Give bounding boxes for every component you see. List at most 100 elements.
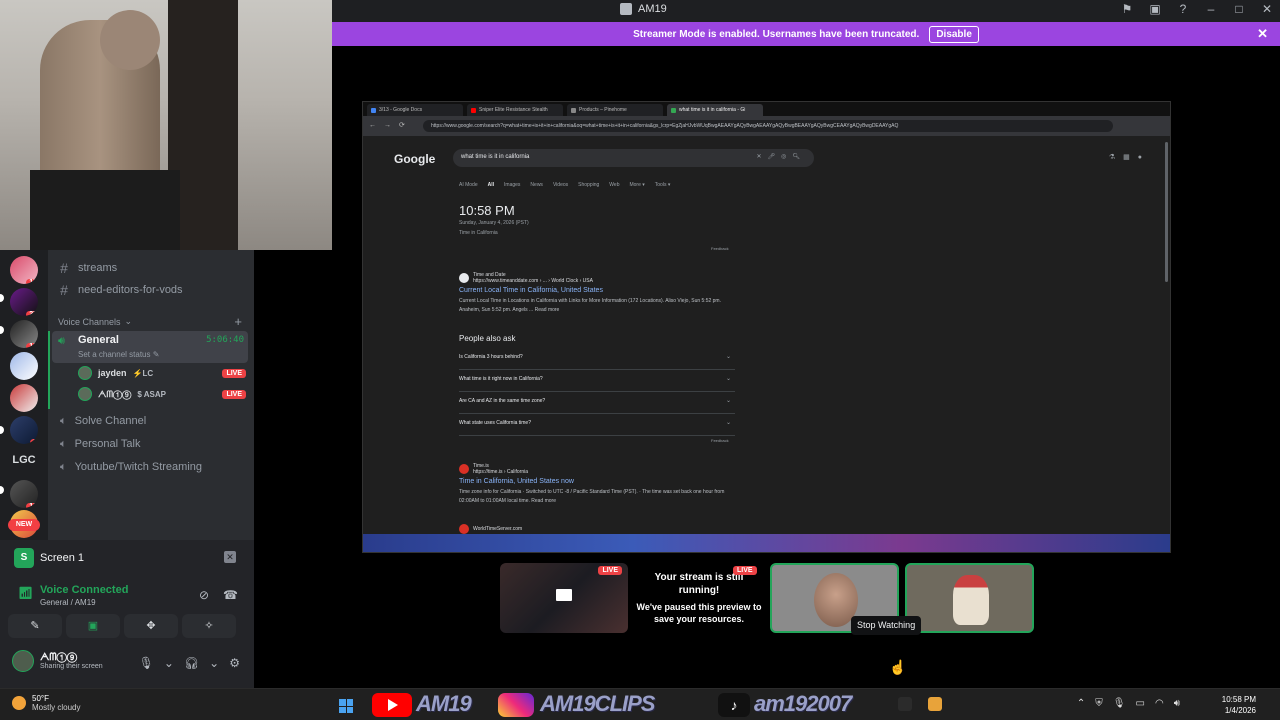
paa-item: What time is it right now in California?…	[459, 370, 735, 392]
channel-streams[interactable]: # streams	[58, 258, 117, 278]
stop-watching-tooltip[interactable]: Stop Watching	[851, 616, 922, 635]
server-badge: 15	[26, 279, 38, 284]
screen-icon[interactable]: ▣	[1148, 2, 1162, 16]
browser-tabs: 3/13 - Google Docs Sniper Elite Resistan…	[363, 102, 1170, 116]
server-icon[interactable]: 18	[10, 320, 38, 348]
chevron-down-icon: ⌄	[725, 354, 731, 360]
speaker-icon: 🔈︎	[60, 414, 67, 427]
channel-youtube-twitch[interactable]: 🔈︎ Youtube/Twitch Streaming	[60, 458, 202, 476]
maximize-button[interactable]: □	[1232, 2, 1246, 16]
result-source: WorldTimeServer.com	[473, 526, 523, 532]
tab-label: Sniper Elite Resistance Stealth	[479, 107, 548, 113]
camera-tile[interactable]	[905, 563, 1034, 633]
inbox-icon[interactable]: ⚑	[1120, 2, 1134, 16]
channel-label: streams	[78, 262, 118, 274]
system-tray: ⌃ ⛨ 🎙︎ ▭ ◠ 🔊︎	[1077, 698, 1180, 709]
result-snippet: Time zone info for California · Switched…	[459, 489, 725, 504]
stream-tile[interactable]: LIVE	[500, 563, 628, 633]
weather-widget[interactable]: 50°F Mostly cloudy	[12, 694, 80, 712]
gear-icon[interactable]: ⚙	[229, 656, 240, 670]
live-badge: LIVE	[222, 389, 246, 399]
hash-icon: #	[60, 260, 68, 276]
voice-user[interactable]: jayden ⚡LC LIVE	[78, 364, 246, 382]
avatar	[78, 366, 92, 380]
server-icon[interactable]: 1	[10, 416, 38, 444]
chevron-down-icon[interactable]: ⌄	[209, 656, 219, 670]
result-snippet: Current Local Time in Locations in Calif…	[459, 298, 721, 313]
tiktok-logo: ♪	[718, 693, 750, 717]
voice-user[interactable]: ᗅᗰ①⑨ $ ASAP LIVE	[78, 385, 246, 403]
category-label: Voice Channels	[58, 316, 121, 327]
activities-button[interactable]: ✥	[124, 614, 178, 638]
screen: AM19 ⚑ ▣ ? – □ ✕ Streamer Mode is enable…	[0, 0, 1280, 720]
close-window-button[interactable]: ✕	[1260, 2, 1274, 16]
minimize-button[interactable]: –	[1204, 2, 1218, 16]
close-icon[interactable]: ✕	[1257, 26, 1268, 42]
add-channel-icon[interactable]: +	[234, 314, 242, 329]
screen-share-button[interactable]: ▣	[66, 614, 120, 638]
channel-label: Solve Channel	[74, 415, 147, 427]
mic-icon[interactable]: 🎙︎	[139, 656, 154, 670]
search-result: Time and Date https://www.timeanddate.com…	[459, 272, 739, 315]
headphones-icon[interactable]: 🎧︎	[184, 656, 199, 670]
server-icon[interactable]	[10, 384, 38, 412]
wifi-icon[interactable]: ◠	[1155, 698, 1164, 709]
overlay-youtube-handle: AM19	[416, 691, 472, 716]
server-badge: 25	[26, 311, 38, 316]
soundboard-button[interactable]: ✧	[182, 614, 236, 638]
unread-pill	[0, 486, 4, 494]
unread-pill	[0, 294, 4, 302]
voice-status[interactable]: Voice Connected	[40, 584, 128, 596]
user-name: ᗅᗰ①⑨	[98, 388, 132, 399]
shared-screen[interactable]: 3/13 - Google Docs Sniper Elite Resistan…	[362, 101, 1171, 553]
disconnect-icon[interactable]: ☎	[223, 588, 238, 602]
search-tab: AI Mode	[459, 182, 478, 188]
channel-personal-talk[interactable]: 🔈︎ Personal Talk	[60, 435, 140, 453]
channel-need-editors[interactable]: # need-editors-for-vods	[58, 280, 183, 300]
disable-button[interactable]: Disable	[929, 25, 979, 43]
channel-label: Personal Talk	[74, 438, 141, 450]
channel-label: need-editors-for-vods	[78, 284, 183, 296]
voice-category[interactable]: Voice Channels ⌄	[58, 316, 132, 327]
chevron-up-icon[interactable]: ⌃	[1077, 698, 1085, 709]
volume-icon[interactable]: 🔊︎	[1174, 698, 1180, 709]
noise-suppression-icon[interactable]: ⊘	[199, 588, 209, 602]
search-query: what time is it in california	[461, 154, 530, 160]
folder-app-icon[interactable]	[928, 697, 942, 711]
terminal-app-icon[interactable]	[898, 697, 912, 711]
remote-taskbar	[363, 534, 1170, 552]
hash-icon: #	[60, 282, 68, 298]
screen-share-header: S Screen 1	[14, 548, 84, 568]
taskbar-clock[interactable]: 10:58 PM 1/4/2026	[1222, 694, 1256, 716]
chevron-down-icon[interactable]: ⌄	[164, 656, 174, 670]
server-icon[interactable]: 25	[10, 288, 38, 316]
channel-status[interactable]: Set a channel status ✎	[78, 350, 159, 359]
channel-general[interactable]: 🔊︎ General 5:06:40 Set a channel status …	[52, 331, 248, 363]
server-icon[interactable]: 15	[10, 256, 38, 284]
user-name: jayden	[98, 368, 127, 378]
server-lgc[interactable]: LGC	[6, 454, 42, 466]
help-icon[interactable]: ?	[1176, 2, 1190, 16]
window-title: AM19	[620, 3, 667, 15]
weather-temp: 50°F	[32, 694, 49, 703]
paa-item: Are CA and AZ in the same time zone? ⌄	[459, 392, 735, 414]
server-icon[interactable]	[10, 352, 38, 380]
camera-button[interactable]: ✎	[8, 614, 62, 638]
channel-solve[interactable]: 🔈︎ Solve Channel	[60, 412, 146, 430]
user-area[interactable]: ᗅᗰ①⑨ Sharing their screen	[12, 650, 103, 672]
unread-pill	[0, 326, 4, 334]
start-button[interactable]	[339, 699, 353, 713]
voice-panel: S Screen 1 ✕ 📶︎ Voice Connected General …	[0, 540, 254, 688]
hand-cursor-icon: ☝	[889, 659, 907, 675]
server-icon[interactable]: 10	[10, 480, 38, 508]
voice-channel-path[interactable]: General / AM19	[40, 598, 128, 607]
stop-share-icon[interactable]: ✕	[224, 551, 236, 563]
display-icon[interactable]: ▭	[1136, 698, 1145, 709]
mic-icon[interactable]: 🎙︎	[1113, 698, 1126, 709]
user-tag-text: ASAP	[143, 389, 166, 399]
avatar	[78, 387, 92, 401]
window-title-text: AM19	[638, 3, 667, 15]
chevron-down-icon: ⌄	[124, 316, 133, 326]
security-icon[interactable]: ⛨	[1095, 698, 1103, 709]
voice-controls: ⊘ ☎	[199, 588, 238, 602]
